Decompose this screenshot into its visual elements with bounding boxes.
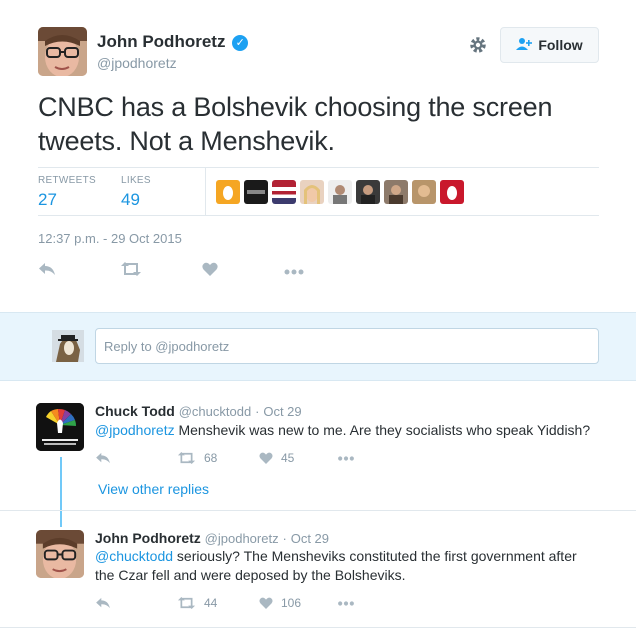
gear-icon[interactable] [468,35,488,55]
stats-vertical-divider [205,167,206,215]
liker-avatar[interactable] [384,180,408,204]
reply-2-separator: · [282,531,287,546]
liker-avatar[interactable] [440,180,464,204]
reply-composer: Reply to @jpodhoretz [0,312,636,381]
retweet-icon[interactable] [120,262,202,281]
heart-icon[interactable]: 106 [259,596,337,610]
retweets-stat[interactable]: RETWEETS 27 [38,175,96,210]
retweet-icon[interactable]: 68 [177,451,259,465]
reply-2-handle[interactable]: @jpodhoretz [205,531,279,546]
reply-1-name[interactable]: Chuck Todd [95,403,175,419]
retweet-icon[interactable]: 44 [177,596,259,610]
reply-2-mention[interactable]: @chucktodd [95,548,173,564]
liker-avatar[interactable] [272,180,296,204]
heart-icon[interactable]: 45 [259,451,337,465]
likes-count[interactable]: 49 [121,190,151,210]
reply-2-like-count: 106 [281,596,302,610]
author-name-text[interactable]: John Podhoretz [97,32,225,51]
reply-icon[interactable] [38,262,120,281]
reply-1-handle[interactable]: @chucktodd [179,404,251,419]
verified-badge-icon: ✓ [232,35,249,51]
reply-2-date[interactable]: Oct 29 [291,531,329,546]
thread-connector-line [60,457,62,527]
reply-tweet-2: John Podhoretz @jpodhoretz · Oct 29 @chu… [0,520,636,631]
liker-avatar[interactable] [244,180,268,204]
author-handle[interactable]: @jpodhoretz [97,55,177,71]
reply-2-avatar[interactable] [36,530,84,578]
reply-2-actions: 44 106 [95,596,355,610]
bottom-separator [0,627,636,628]
likers-avatars [216,180,464,204]
tweet-text: CNBC has a Bolshevik choosing the screen… [38,92,553,156]
likes-stat[interactable]: LIKES 49 [121,175,151,210]
add-user-icon [516,37,533,54]
stats-divider-top [38,167,599,168]
retweets-count[interactable]: 27 [38,190,96,210]
reply-tweet-1: Chuck Todd @chucktodd · Oct 29 @jpodhore… [0,391,636,511]
reply-icon[interactable] [95,596,177,610]
author-name[interactable]: John Podhoretz ✓ [97,32,249,52]
follow-button[interactable]: Follow [500,27,599,63]
reply-1-separator: · [255,404,260,419]
reply-1-mention[interactable]: @jpodhoretz [95,422,175,438]
reply-1-retweet-count: 68 [204,451,218,465]
reply-2-text: @chucktodd seriously? The Mensheviks con… [95,547,595,585]
liker-avatar[interactable] [216,180,240,204]
reply-1-body: Menshevik was new to me. Are they social… [174,422,591,438]
more-icon[interactable] [284,262,366,281]
current-user-avatar [52,330,84,362]
reply-icon[interactable] [95,451,177,465]
liker-avatar[interactable] [356,180,380,204]
reply-separator [0,510,636,511]
reply-1-text: @jpodhoretz Menshevik was new to me. Are… [95,421,605,440]
reply-1-actions: 68 45 [95,451,355,465]
author-avatar[interactable] [38,27,87,76]
tweet-timestamp[interactable]: 12:37 p.m. - 29 Oct 2015 [38,231,182,246]
reply-2-retweet-count: 44 [204,596,218,610]
liker-avatar[interactable] [300,180,324,204]
follow-label: Follow [538,37,583,53]
reply-1-like-count: 45 [281,451,295,465]
stats-divider-bottom [38,215,599,216]
liker-avatar[interactable] [328,180,352,204]
reply-1-date[interactable]: Oct 29 [263,404,301,419]
likes-label: LIKES [121,175,151,186]
more-icon[interactable] [337,596,355,610]
reply-1-header: Chuck Todd @chucktodd · Oct 29 [95,403,302,419]
main-tweet: John Podhoretz ✓ @jpodhoretz Follow CNBC… [0,0,636,312]
heart-icon[interactable] [202,262,284,281]
more-icon[interactable] [337,451,355,465]
tweet-actions [38,262,366,281]
reply-2-header: John Podhoretz @jpodhoretz · Oct 29 [95,530,329,546]
reply-2-name[interactable]: John Podhoretz [95,530,201,546]
retweets-label: RETWEETS [38,175,96,186]
reply-input[interactable]: Reply to @jpodhoretz [95,328,599,364]
view-other-replies-link[interactable]: View other replies [98,481,209,497]
reply-1-avatar[interactable] [36,403,84,451]
liker-avatar[interactable] [412,180,436,204]
